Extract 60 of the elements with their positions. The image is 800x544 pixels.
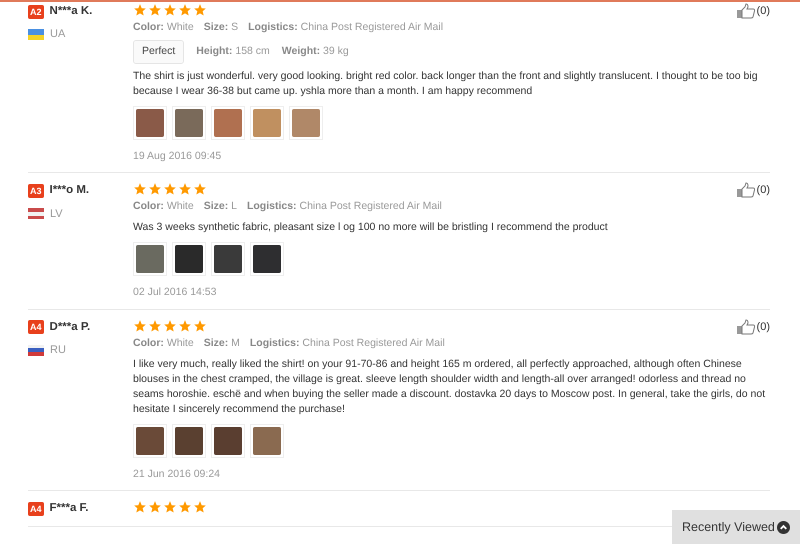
star-icon [178,318,192,333]
product-attribute: Size: M [204,336,240,351]
star-icon [133,318,147,333]
product-attribute: Color: White [133,336,194,351]
thumbs-up-icon [736,182,756,198]
star-icon [163,3,177,17]
like-button[interactable]: (0) [736,182,770,200]
thumbs-up-icon [736,318,756,335]
reviewer-name: N***a K. [50,4,92,19]
reviewer-name: F***a F. [50,501,89,516]
reviewer-name: I***o M. [50,183,90,198]
like-button[interactable]: (0) [736,3,770,21]
product-attribute: Logistics: China Post Registered Air Mail [248,20,444,35]
like-button[interactable]: (0) [736,318,770,337]
star-icon [148,3,162,17]
product-attribute: Color: White [133,199,194,214]
star-icon [133,3,147,17]
product-attribute: Color: White [133,20,194,35]
country-code: UA [50,27,66,42]
star-icon [148,318,162,333]
star-icon [133,500,147,514]
review-text: Was 3 weeks synthetic fabric, pleasant size l og 100 no more will be bristling I recommend the product [133,220,609,235]
product-attribute: Size: L [204,199,237,214]
star-icon [148,182,162,196]
recently-viewed-button[interactable]: Recently Viewed [672,510,800,544]
review-date: 21 Jun 2016 09:24 [133,466,220,482]
country-code: LV [50,206,63,222]
review-text: I like very much, really liked the shirt! on your 91-70-86 and height 165 m ordered, all perfectly approached, although often Chinese blouses in the chest cramped, the village is great. sleeve length shoulder width and length-all over arranged! odorless and thread no seams horoshie. eschë and when buying the seller made a discount. dostavka 20 days to Moscow post. In general, take the girls, do not hesitate I sincerely recommend the purchase! [133,356,766,416]
review-date: 19 Aug 2016 09:45 [133,148,222,164]
review-text: The shirt is just wonderful. very good looking. bright red color. back longer than the front and slightly translucent. I thought to be too big because I wear 36-38 but came up. yshla more than a month. I am happy recommend [133,68,759,98]
level-badge: A2 [28,4,44,19]
star-icon [163,318,177,333]
flag-icon [28,344,44,356]
chevron-up-icon [777,520,790,534]
level-badge: A3 [28,184,44,198]
thumbs-up-icon [736,3,756,19]
reviewer-name: D***a P. [50,320,90,335]
star-icon [178,500,192,514]
level-badge: A4 [28,502,44,516]
star-icon [193,500,207,514]
star-icon [193,318,207,333]
country-code: RU [50,343,66,358]
star-icon [193,3,207,17]
star-icon [178,3,192,17]
body-measurement: Weight: 39 kg [282,44,349,59]
flag-icon [28,208,44,220]
body-measurement: Height: 158 cm [196,44,270,59]
review-date: 02 Jul 2016 14:53 [133,285,216,300]
fit-tag: Perfect [133,40,184,64]
star-icon [148,500,162,514]
product-attribute: Logistics: China Post Registered Air Mail [250,336,445,351]
product-attribute: Size: S [204,20,238,35]
level-badge: A4 [28,320,44,334]
star-icon [178,182,192,196]
star-icon [193,182,207,196]
flag-icon [28,29,44,40]
star-icon [163,182,177,196]
star-icon [133,182,147,196]
star-icon [163,500,177,514]
product-attribute: Logistics: China Post Registered Air Mail [246,199,442,214]
